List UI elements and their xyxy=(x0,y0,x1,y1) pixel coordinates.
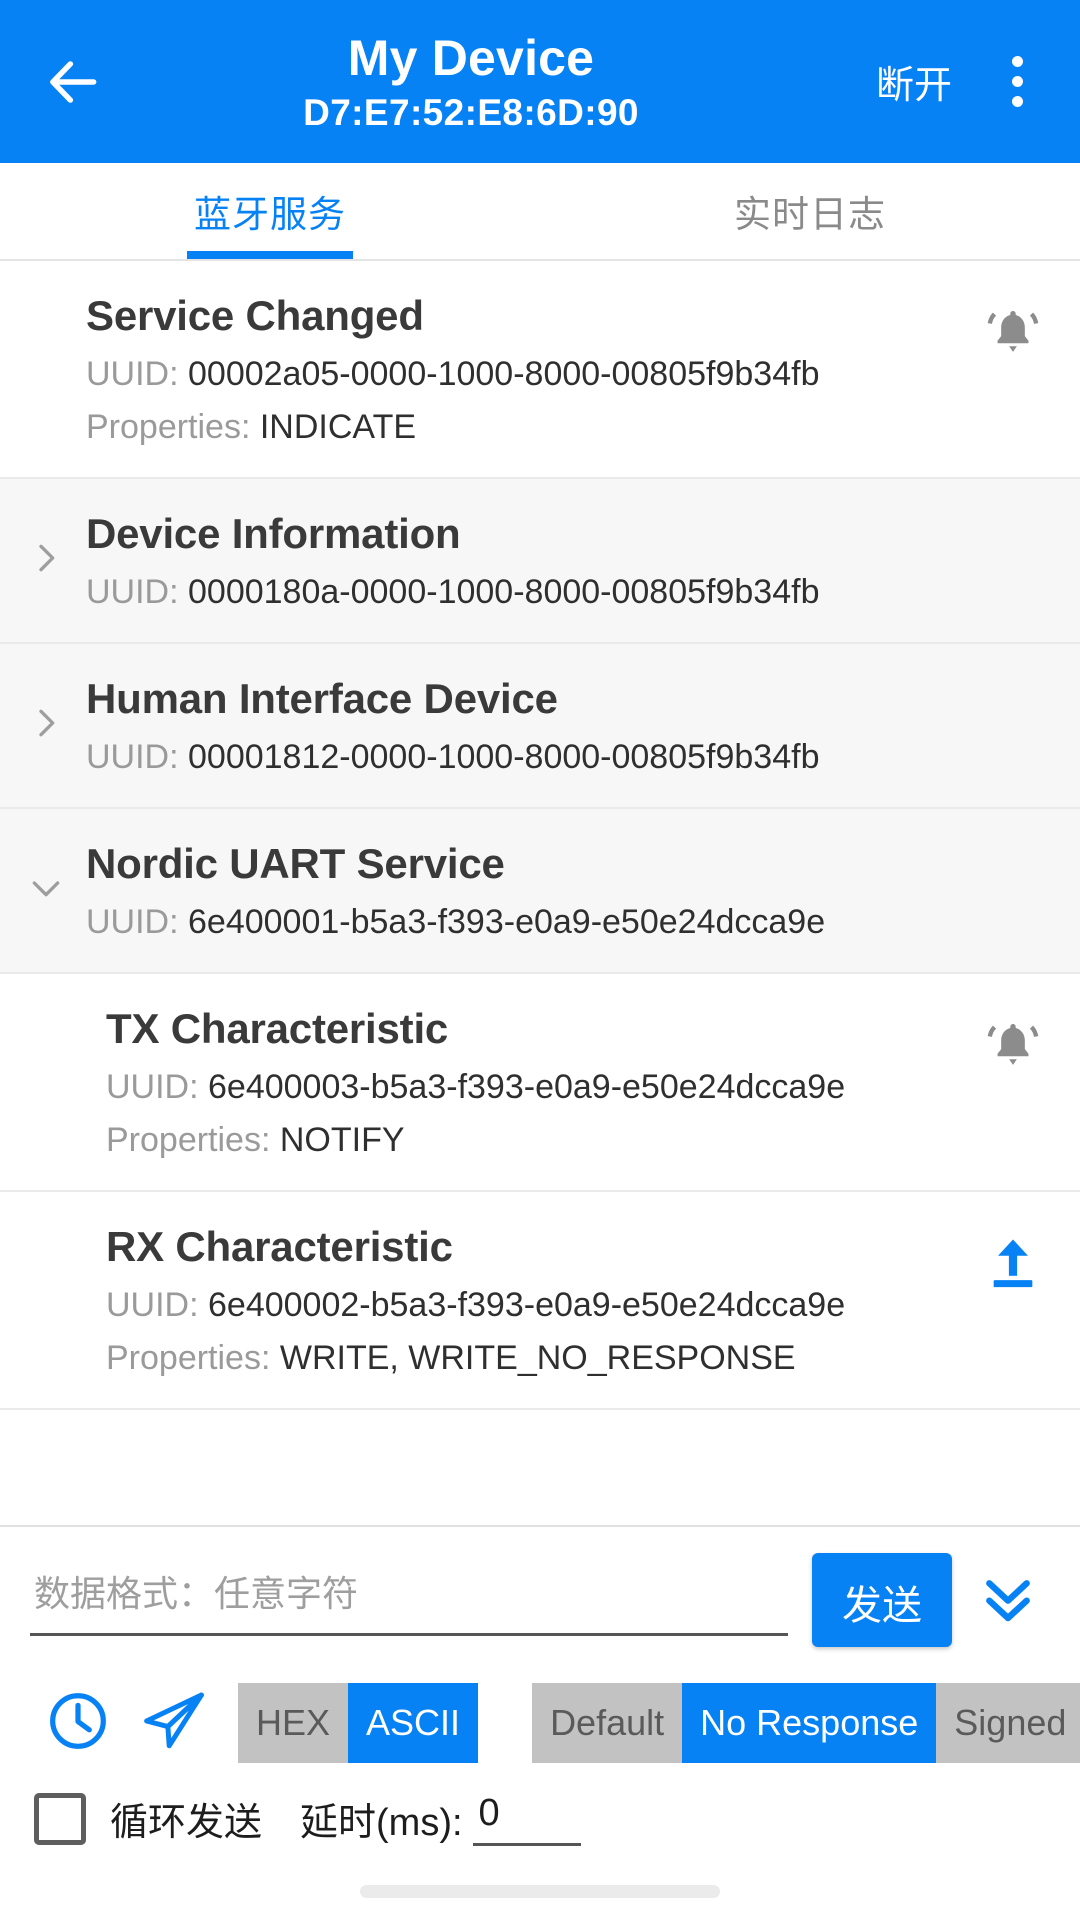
list-item[interactable]: Human Interface Device UUID: 00001812-00… xyxy=(0,644,1080,809)
bell-ring-icon xyxy=(984,303,1042,366)
properties-label: Properties: xyxy=(106,1339,271,1377)
send-button[interactable]: 发送 xyxy=(812,1553,952,1647)
tab-bar: 蓝牙服务 实时日志 xyxy=(0,163,1080,261)
home-indicator xyxy=(360,1884,720,1898)
double-chevron-down-icon xyxy=(976,1566,1040,1635)
uuid-value: 00001812-0000-1000-8000-00805f9b34fb xyxy=(188,738,820,776)
paper-plane-icon xyxy=(139,1686,209,1761)
disconnect-button[interactable]: 断开 xyxy=(870,44,958,119)
list-item[interactable]: Service Changed UUID: 00002a05-0000-1000… xyxy=(0,261,1080,479)
collapse-toggle[interactable] xyxy=(24,869,68,913)
options-row: 循环发送 延时(ms): xyxy=(0,1783,1080,1862)
loop-send-label: 循环发送 xyxy=(110,1802,263,1844)
app-root: My Device D7:E7:52:E8:6D:90 断开 蓝牙服务 实时日志… xyxy=(0,0,1080,1920)
tab-label: 蓝牙服务 xyxy=(194,194,346,235)
characteristic-uuid-line: UUID: 6e400003-b5a3-f393-e0a9-e50e24dcca… xyxy=(106,1063,1044,1111)
write-type-segmented-control[interactable]: Default No Response Signed xyxy=(532,1683,1080,1763)
properties-label: Properties: xyxy=(106,1121,271,1159)
list-item[interactable]: TX Characteristic UUID: 6e400003-b5a3-f3… xyxy=(0,974,1080,1192)
service-list[interactable]: Service Changed UUID: 00002a05-0000-1000… xyxy=(0,261,1080,1525)
characteristic-name: TX Characteristic xyxy=(106,1005,449,1052)
uuid-label: UUID: xyxy=(86,738,179,776)
uuid-label: UUID: xyxy=(106,1286,199,1324)
send-panel: 发送 xyxy=(0,1525,1080,1920)
list-item[interactable]: Nordic UART Service UUID: 6e400001-b5a3-… xyxy=(0,809,1080,974)
history-button[interactable] xyxy=(30,1675,126,1771)
tool-row: HEX ASCII Default No Response Signed xyxy=(0,1661,1080,1783)
properties-label: Properties: xyxy=(86,408,251,446)
properties-value: INDICATE xyxy=(259,408,417,446)
characteristic-properties-line: Properties: NOTIFY xyxy=(106,1116,1044,1164)
uuid-label: UUID: xyxy=(86,903,179,941)
uuid-label: UUID: xyxy=(86,573,179,611)
uuid-value: 6e400003-b5a3-f393-e0a9-e50e24dcca9e xyxy=(208,1068,846,1106)
service-name: Device Information xyxy=(86,510,461,557)
uuid-value: 6e400002-b5a3-f393-e0a9-e50e24dcca9e xyxy=(208,1286,846,1324)
tab-label: 实时日志 xyxy=(734,194,886,235)
device-address: D7:E7:52:E8:6D:90 xyxy=(303,91,639,133)
characteristic-name: RX Characteristic xyxy=(106,1223,453,1270)
clock-icon xyxy=(45,1688,111,1759)
navigation-hint-area xyxy=(0,1862,1080,1920)
notify-toggle-button[interactable] xyxy=(978,1012,1048,1082)
list-item[interactable]: Device Information UUID: 0000180a-0000-1… xyxy=(0,479,1080,644)
service-name: Nordic UART Service xyxy=(86,840,505,887)
uuid-value: 00002a05-0000-1000-8000-00805f9b34fb xyxy=(188,355,820,393)
list-item[interactable]: RX Characteristic UUID: 6e400002-b5a3-f3… xyxy=(0,1192,1080,1410)
service-uuid-line: UUID: 00002a05-0000-1000-8000-00805f9b34… xyxy=(86,350,1044,398)
tab-realtime-log[interactable]: 实时日志 xyxy=(540,163,1080,259)
service-name: Service Changed xyxy=(86,292,424,339)
title-block: My Device D7:E7:52:E8:6D:90 xyxy=(102,28,870,136)
segment-default[interactable]: Default xyxy=(532,1683,683,1763)
write-button[interactable] xyxy=(978,1230,1048,1300)
segment-hex[interactable]: HEX xyxy=(238,1683,349,1763)
uuid-label: UUID: xyxy=(86,355,179,393)
app-bar: My Device D7:E7:52:E8:6D:90 断开 xyxy=(0,0,1080,163)
data-input[interactable] xyxy=(30,1565,788,1636)
input-row: 发送 xyxy=(0,1527,1080,1661)
characteristic-uuid-line: UUID: 6e400002-b5a3-f393-e0a9-e50e24dcca… xyxy=(106,1281,1044,1329)
uuid-value: 6e400001-b5a3-f393-e0a9-e50e24dcca9e xyxy=(188,903,826,941)
tab-bluetooth-services[interactable]: 蓝牙服务 xyxy=(0,163,540,259)
expand-toggle[interactable] xyxy=(24,704,68,748)
service-properties-line: Properties: INDICATE xyxy=(86,403,1044,451)
notify-toggle-button[interactable] xyxy=(978,299,1048,369)
delay-label: 延时(ms): xyxy=(300,1802,463,1844)
properties-value: WRITE, WRITE_NO_RESPONSE xyxy=(279,1339,796,1377)
overflow-menu-button[interactable] xyxy=(980,39,1054,125)
service-uuid-line: UUID: 0000180a-0000-1000-8000-00805f9b34… xyxy=(86,568,1044,616)
expand-panel-button[interactable] xyxy=(960,1553,1056,1647)
data-format-segmented-control[interactable]: HEX ASCII xyxy=(238,1683,479,1763)
uuid-value: 0000180a-0000-1000-8000-00805f9b34fb xyxy=(188,573,820,611)
segment-ascii[interactable]: ASCII xyxy=(348,1683,479,1763)
service-name: Human Interface Device xyxy=(86,675,558,722)
chevron-right-icon xyxy=(26,538,66,583)
properties-value: NOTIFY xyxy=(279,1121,405,1159)
chevron-down-icon xyxy=(26,868,66,913)
more-vertical-icon xyxy=(1011,56,1023,107)
segment-no-response[interactable]: No Response xyxy=(682,1683,937,1763)
delay-input[interactable] xyxy=(472,1791,581,1846)
arrow-left-icon xyxy=(42,51,104,113)
bell-ring-icon xyxy=(984,1016,1042,1079)
back-button[interactable] xyxy=(34,43,112,121)
segment-signed[interactable]: Signed xyxy=(936,1683,1080,1763)
expand-toggle[interactable] xyxy=(24,539,68,583)
page-title: My Device xyxy=(347,29,595,86)
loop-send-checkbox[interactable] xyxy=(34,1792,86,1845)
upload-icon xyxy=(984,1234,1042,1297)
service-uuid-line: UUID: 00001812-0000-1000-8000-00805f9b34… xyxy=(86,733,1044,781)
quick-send-button[interactable] xyxy=(126,1675,222,1771)
characteristic-properties-line: Properties: WRITE, WRITE_NO_RESPONSE xyxy=(106,1334,1044,1382)
uuid-label: UUID: xyxy=(106,1068,199,1106)
chevron-right-icon xyxy=(26,703,66,748)
service-uuid-line: UUID: 6e400001-b5a3-f393-e0a9-e50e24dcca… xyxy=(86,898,1044,946)
